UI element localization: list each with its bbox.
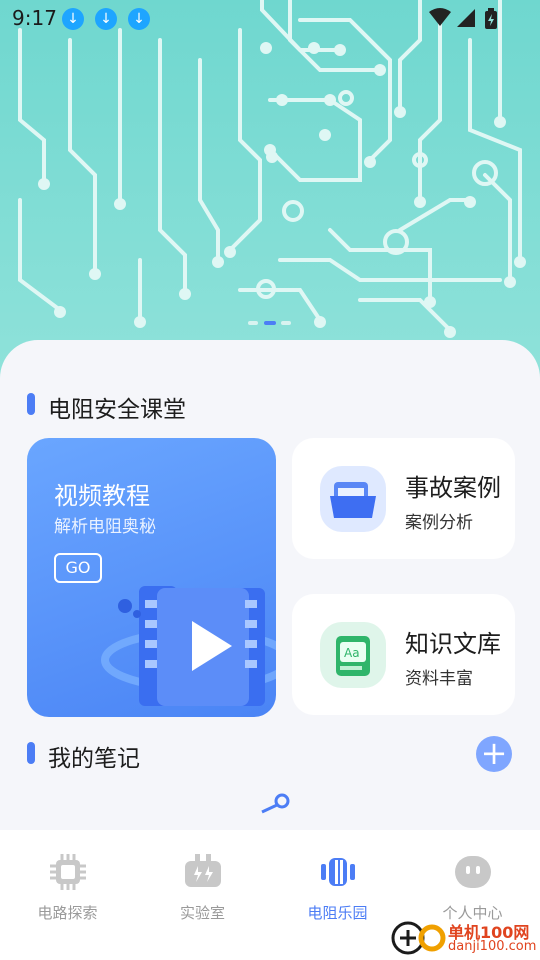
tab-label: 电阻乐园 [307, 904, 368, 922]
status-bar: 9:17 ↓ ↓ ↓ [0, 0, 540, 36]
accident-cases-title: 事故案例 [405, 474, 501, 502]
add-note-button[interactable]: + [476, 736, 512, 772]
knowledge-library-subtitle: 资料丰富 [405, 669, 473, 689]
folder-icon [320, 466, 386, 532]
section-title-safety-class: 电阻安全课堂 [48, 397, 186, 423]
download-icon: ↓ [62, 8, 84, 30]
book-icon: Aa [320, 622, 386, 688]
download-icon: ↓ [95, 8, 117, 30]
search-icon [261, 793, 290, 814]
wifi-icon [429, 8, 451, 26]
battery-charging-icon [485, 8, 497, 29]
signal-icon [457, 9, 475, 27]
watermark-logo-icon [391, 921, 446, 955]
section-title-my-notes: 我的笔记 [48, 746, 140, 772]
accident-cases-card[interactable]: 事故案例 案例分析 [292, 438, 515, 559]
download-icon: ↓ [128, 8, 150, 30]
svg-text:Aa: Aa [344, 646, 360, 660]
carousel-dot[interactable] [248, 321, 258, 325]
tab-resistor-park[interactable]: 电阻乐园 [270, 830, 405, 960]
tab-label: 实验室 [179, 904, 225, 922]
carousel-dot[interactable] [281, 321, 291, 325]
section-accent-bar [27, 742, 35, 764]
tab-circuit-explore[interactable]: 电路探索 [0, 830, 135, 960]
tab-label: 电路探索 [37, 904, 98, 922]
section-accent-bar [27, 393, 35, 415]
battery-icon [185, 854, 221, 887]
chip-icon [50, 854, 86, 890]
knowledge-library-card[interactable]: Aa 知识文库 资料丰富 [292, 594, 515, 715]
film-play-icon [101, 586, 276, 706]
tab-lab[interactable]: 实验室 [135, 830, 270, 960]
resistor-icon [321, 858, 355, 886]
carousel-dot-active[interactable] [264, 321, 276, 325]
watermark-url: danji100.com [448, 939, 537, 954]
accident-cases-subtitle: 案例分析 [405, 513, 473, 533]
face-icon [455, 856, 491, 888]
status-time: 9:17 [12, 6, 57, 30]
hero-banner[interactable] [0, 0, 540, 380]
knowledge-library-title: 知识文库 [405, 630, 501, 658]
video-tutorial-card[interactable]: 视频教程 解析电阻奥秘 GO [27, 438, 276, 717]
site-watermark: 单机100网 danji100.com [390, 915, 540, 960]
